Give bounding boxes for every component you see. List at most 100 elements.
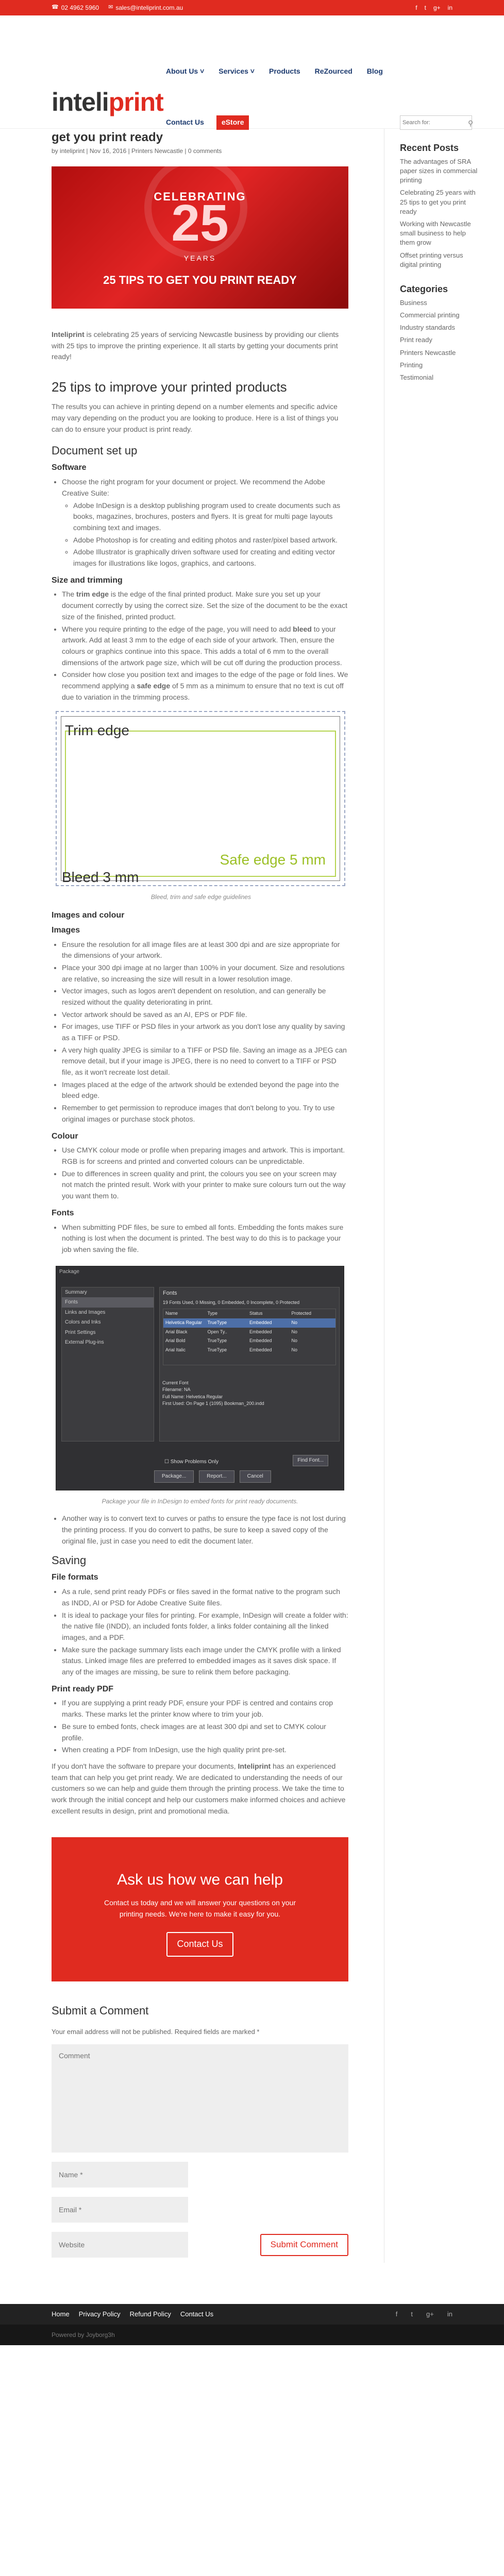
post-meta: by inteliprint | Nov 16, 2016 | Printers… (52, 147, 222, 155)
list-item: Adobe Illustrator is graphically driven … (73, 547, 348, 569)
list-item: Choose the right program for your docume… (62, 477, 348, 569)
fonts-list-2: Another way is to convert text to curves… (52, 1513, 348, 1547)
package-item: Colors and Inks (65, 1319, 101, 1326)
facebook-icon[interactable]: f (396, 2309, 398, 2319)
list-item: The trim edge is the edge of the final p… (62, 589, 348, 622)
footer-link-refund[interactable]: Refund Policy (130, 2309, 171, 2319)
package-item: Summary (65, 1289, 87, 1295)
nav-about-us[interactable]: About Us ˅ (166, 66, 204, 77)
submit-comment-button[interactable]: Submit Comment (260, 2234, 348, 2256)
twitter-icon[interactable]: t (411, 2309, 413, 2319)
comments-link[interactable]: 0 comments (188, 147, 222, 155)
intro-paragraph: Inteliprint is celebrating 25 years of s… (52, 329, 348, 363)
table-row: Arial Bold TrueType Embedded No (165, 1338, 298, 1344)
post-content: get you print ready by inteliprint | Nov… (52, 129, 348, 2263)
linkedin-icon[interactable]: in (448, 3, 452, 13)
google-plus-icon[interactable]: g+ (426, 2309, 434, 2319)
list-item: Remember to get permission to reproduce … (62, 1103, 348, 1125)
list-item: A very high quality JPEG is similar to a… (62, 1045, 348, 1078)
footer-bottom: Powered by Joyborg3h (0, 2325, 504, 2346)
email-link[interactable]: ✉ sales@inteliprint.com.au (108, 3, 183, 13)
heading-images-colour: Images and colour (52, 910, 125, 920)
category-link[interactable]: Industry standards (400, 321, 482, 334)
recent-posts-title: Recent Posts (400, 143, 459, 153)
package-sidebar: Summary Fonts Links and Images Colors an… (61, 1286, 154, 1442)
heading-images: Images (52, 925, 80, 935)
heading-size-trimming: Size and trimming (52, 575, 123, 585)
list-item: Vector images, such as logos aren't depe… (62, 986, 348, 1008)
recent-post-link[interactable]: Offset printing versus digital printing (400, 249, 482, 271)
category-link[interactable]: Commercial printing (400, 309, 482, 321)
window-title: Package (59, 1268, 79, 1275)
nav-rezourced[interactable]: ReZourced (315, 66, 352, 77)
top-bar: ☎ 02 4962 5960 ✉ sales@inteliprint.com.au … (0, 0, 504, 15)
safe-edge-label: Safe edge 5 mm (220, 851, 326, 868)
name-field[interactable] (52, 2162, 188, 2188)
lead-paragraph: The results you can achieve in printing … (52, 402, 339, 433)
search-input[interactable] (400, 115, 472, 130)
linkedin-icon[interactable]: in (447, 2309, 452, 2319)
chevron-down-icon: ˅ (200, 67, 205, 75)
heading-colour: Colour (52, 1131, 78, 1141)
figure-caption: Bleed, trim and safe edge guidelines (150, 893, 251, 901)
phone-link[interactable]: ☎ 02 4962 5960 (52, 3, 99, 13)
heading-saving: Saving (52, 1554, 87, 1567)
fonts-table: Name Type Status Protected Helvetica Regula… (163, 1308, 336, 1365)
estore-button[interactable]: eStore (216, 115, 249, 130)
facebook-icon[interactable]: f (415, 3, 417, 13)
cta-title: Ask us how we can help (117, 1871, 283, 1889)
sidebar: ⚲ Recent Posts The advantages of SRA pap… (384, 115, 482, 2263)
table-row: Helvetica Regular TrueType Embedded No (163, 1318, 335, 1328)
figure-caption: Package your file in InDesign to embed f… (102, 1497, 298, 1505)
software-list: Choose the right program for your docume… (52, 477, 348, 569)
category-link[interactable]: Print ready (400, 334, 482, 346)
twitter-icon[interactable]: t (425, 3, 426, 13)
recent-post-link[interactable]: The advantages of SRA paper sizes in com… (400, 156, 482, 187)
google-plus-icon[interactable]: g+ (433, 3, 441, 13)
find-font-button: Find Font... (293, 1455, 328, 1466)
list-item: It is ideal to package your files for pr… (62, 1610, 348, 1643)
closing-paragraph: If you don't have the software to prepar… (52, 1761, 346, 1815)
comment-form: Submit a Comment Your email address will… (52, 2002, 348, 2263)
nav-products[interactable]: Products (269, 66, 300, 77)
list-item: Adobe Photoshop is for creating and edit… (73, 535, 348, 546)
search-box: ⚲ (400, 115, 482, 130)
search-icon[interactable]: ⚲ (468, 118, 473, 129)
comment-note: Your email address will not be published… (52, 2028, 260, 2036)
nav-services[interactable]: Services ˅ (219, 66, 255, 77)
website-field[interactable] (52, 2232, 188, 2258)
category-link[interactable]: Printers Newcastle (131, 147, 183, 155)
recent-post-link[interactable]: Celebrating 25 years with 25 tips to get… (400, 187, 482, 218)
list-item: Make sure the package summary lists each… (62, 1645, 348, 1678)
category-link[interactable]: Testimonial (400, 371, 482, 384)
dialog-buttons: Package... Report... Cancel (154, 1470, 271, 1483)
site-header: inteliprint About Us ˅ Services ˅ Produc… (0, 15, 504, 130)
heading-file-formats: File formats (52, 1573, 98, 1582)
inteliprint-logo[interactable]: inteliprint (52, 82, 164, 123)
print-pdf-list: If you are supplying a print ready PDF, … (52, 1698, 348, 1755)
intro-brand: Inteliprint (52, 330, 85, 338)
nav-blog[interactable]: Blog (367, 66, 383, 77)
footer-link-home[interactable]: Home (52, 2309, 70, 2319)
category-link[interactable]: Printers Newcastle (400, 347, 482, 359)
list-item: Another way is to convert text to curves… (62, 1513, 348, 1547)
cta-contact-button[interactable]: Contact Us (166, 1932, 233, 1957)
category-link[interactable]: Business (400, 297, 482, 309)
comment-textarea[interactable] (52, 2044, 348, 2153)
list-item: Be sure to embed fonts, check images are… (62, 1721, 348, 1743)
indesign-package-screenshot: Package Summary Fonts Links and Images C… (56, 1265, 344, 1490)
current-font-info: Current Font Filename: NA Full Name: Hel… (162, 1380, 264, 1406)
category-link[interactable]: Printing (400, 359, 482, 371)
recent-post-link[interactable]: Working with Newcastle small business to… (400, 218, 482, 249)
package-item: Print Settings (65, 1329, 96, 1335)
list-item: Adobe InDesign is a desktop publishing p… (73, 500, 348, 534)
bleed-diagram: Trim edge Safe edge 5 mm Bleed 3 mm (56, 711, 345, 887)
main-heading: 25 tips to improve your printed products (52, 379, 287, 395)
intro-text: is celebrating 25 years of servicing New… (52, 330, 339, 361)
footer-link-privacy[interactable]: Privacy Policy (79, 2309, 121, 2319)
email-field[interactable] (52, 2197, 188, 2223)
footer-link-contact[interactable]: Contact Us (180, 2309, 213, 2319)
nav-contact-us[interactable]: Contact Us (166, 117, 204, 128)
comment-title: Submit a Comment (52, 2004, 149, 2018)
author-link[interactable]: inteliprint (60, 147, 85, 155)
